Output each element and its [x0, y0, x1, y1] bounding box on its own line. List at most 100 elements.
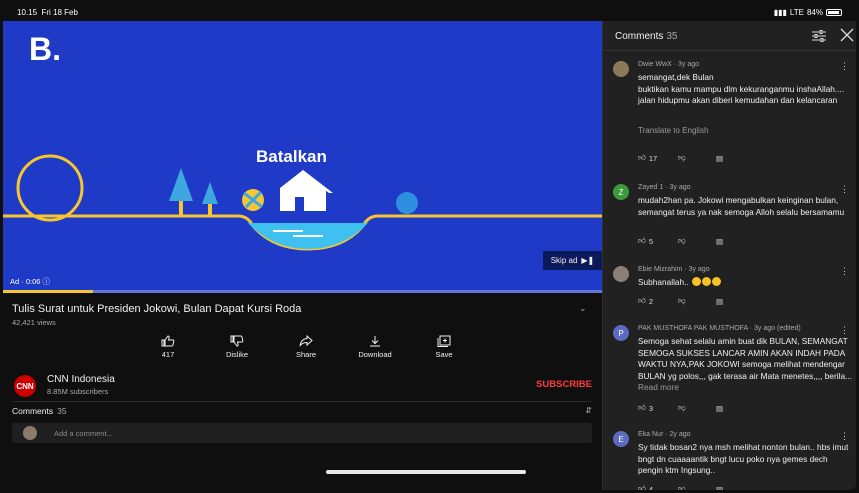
video-title[interactable]: Tulis Surat untuk Presiden Jokowi, Bulan… — [12, 303, 301, 315]
comment-text: mudah2han pa. Jokowi mengabulkan keingin… — [638, 195, 845, 217]
more-options-icon[interactable]: ⋮ — [840, 325, 849, 336]
ad-overlay-text: Batalkan — [256, 147, 327, 166]
thumbs-down-icon — [230, 335, 244, 347]
comment-text: Semoga sehat selalu amin buat dik BULAN,… — [638, 336, 852, 392]
video-player[interactable]: B. Batalkan Skip ad ▶❚ Ad · 0:06 ⓘ — [3, 21, 602, 293]
comment-actions: 👍︎ 17 👎︎ ▤ — [638, 153, 723, 163]
avatar[interactable]: E — [613, 431, 629, 447]
comment-author[interactable]: Zayed 1 · 3y ago — [638, 184, 691, 191]
more-options-icon[interactable]: ⋮ — [840, 266, 849, 277]
ad-progress-bar[interactable] — [3, 290, 602, 293]
comments-panel-header: Comments 35 — [603, 21, 856, 51]
share-button[interactable]: Share — [276, 335, 336, 359]
more-options-icon[interactable]: ⋮ — [840, 431, 849, 442]
add-comment-field[interactable]: Add a comment... — [12, 423, 592, 443]
comment-author[interactable]: Eka Nur · 2y ago — [638, 431, 691, 438]
action-bar: 417 Dislike Share Download Save — [3, 335, 602, 375]
filter-icon[interactable] — [811, 30, 827, 42]
comment-author[interactable]: Ebie Mizrahim · 3y ago — [638, 266, 710, 273]
more-options-icon[interactable]: ⋮ — [840, 61, 849, 72]
comment-actions: 👍︎ 2 👎︎ ▤ — [638, 296, 723, 306]
channel-avatar[interactable]: CNN — [14, 375, 36, 397]
download-icon — [370, 336, 380, 347]
panel-title: Comments 35 — [615, 31, 678, 42]
divider — [12, 401, 592, 402]
save-button[interactable]: Save — [414, 335, 474, 359]
view-count: 42,421 views — [12, 318, 56, 327]
skip-icon: ▶❚ — [581, 256, 595, 265]
comment-dislike-button[interactable]: 👎︎ — [678, 296, 716, 306]
reply-icon[interactable]: ▤ — [716, 485, 723, 491]
comment-dislike-button[interactable]: 👎︎ — [678, 403, 716, 413]
comment-actions: 👍︎ 5 👎︎ ▤ — [638, 236, 723, 246]
more-options-icon[interactable]: ⋮ — [840, 184, 849, 195]
save-icon — [437, 335, 451, 347]
avatar[interactable]: P — [613, 325, 629, 341]
ad-label: Ad · 0:06 ⓘ — [10, 277, 51, 286]
comment-like-button[interactable]: 👍︎ 2 — [638, 296, 678, 306]
reply-icon[interactable]: ▤ — [716, 154, 723, 163]
skip-ad-button[interactable]: Skip ad ▶❚ — [543, 251, 602, 270]
comments-header[interactable]: Comments 35 ⇵ — [12, 406, 592, 416]
comment-text: semangat,dek Bulan buktikan kamu mampu d… — [638, 72, 845, 105]
reply-icon[interactable]: ▤ — [716, 404, 723, 413]
comment-author[interactable]: PAK MUSTHOFA PAK MUSTHOFA · 3y ago (edit… — [638, 325, 801, 332]
comment-actions: 👍︎ 4 👎︎ ▤ — [638, 484, 723, 490]
channel-name[interactable]: CNN Indonesia — [47, 374, 115, 385]
battery-icon — [826, 9, 842, 16]
avatar[interactable] — [613, 61, 629, 77]
thumbs-down-icon: 👎︎ — [678, 403, 686, 412]
comment-actions: 👍︎ 3 👎︎ ▤ — [638, 403, 723, 413]
comment-text: Sy tidak bosan2 nya msh melihat nonton b… — [638, 442, 849, 475]
thumbs-up-icon: 👍︎ — [638, 296, 646, 305]
comment-like-button[interactable]: 👍︎ 5 — [638, 236, 678, 246]
thumbs-up-icon: 👍︎ — [638, 236, 646, 245]
network-label: LTE — [789, 8, 804, 17]
comment-like-button[interactable]: 👍︎ 3 — [638, 403, 678, 413]
expand-comments-icon[interactable]: ⇵ — [585, 406, 592, 415]
avatar — [23, 426, 37, 440]
reply-icon[interactable]: ▤ — [716, 237, 723, 246]
download-button[interactable]: Download — [345, 335, 405, 359]
thumbs-down-icon: 👎︎ — [678, 296, 686, 305]
status-time: 10.15 Fri 18 Feb — [17, 8, 78, 17]
comment-dislike-button[interactable]: 👎︎ — [678, 236, 716, 246]
thumbs-down-icon: 👎︎ — [678, 484, 686, 490]
avatar[interactable]: Z — [613, 184, 629, 200]
watch-column: B. Batalkan Skip ad ▶❚ Ad · 0:06 ⓘ Tulis… — [3, 21, 602, 490]
thumbs-down-icon: 👎︎ — [678, 236, 686, 245]
like-button[interactable]: 417 — [138, 335, 198, 359]
comments-panel: Comments 35 Dwie WwX · 3y ago ⋮ semangat,… — [602, 21, 856, 490]
channel-row[interactable]: CNN CNN Indonesia 8.85M subscribers SUBS… — [3, 371, 602, 399]
battery-percent: 84% — [806, 8, 823, 17]
dislike-button[interactable]: Dislike — [207, 335, 267, 359]
comment-like-button[interactable]: 👍︎ 4 — [638, 484, 678, 490]
comment-like-button[interactable]: 👍︎ 17 — [638, 153, 678, 163]
close-icon[interactable] — [840, 28, 854, 42]
emoji-icon — [712, 277, 722, 286]
comment-author[interactable]: Dwie WwX · 3y ago — [638, 61, 699, 68]
subscribe-button[interactable]: SUBSCRIBE — [536, 379, 592, 390]
app-window: 10.15 Fri 18 Feb ▮▮▮ LTE 84% B. Batalkan… — [3, 3, 856, 490]
subscriber-count: 8.85M subscribers — [47, 387, 109, 396]
chevron-down-icon[interactable]: ⌄ — [579, 303, 587, 314]
brand-logo: B. — [29, 31, 61, 67]
thumbs-up-icon: 👍︎ — [638, 153, 646, 162]
thumbs-up-icon — [161, 335, 175, 347]
read-more-link[interactable]: Read more — [638, 382, 679, 392]
translate-link[interactable]: Translate to English — [638, 126, 708, 135]
add-comment-placeholder: Add a comment... — [54, 429, 113, 438]
thumbs-down-icon: 👎︎ — [678, 153, 686, 162]
emoji-icon — [702, 277, 712, 286]
signal-icon: ▮▮▮ — [773, 8, 787, 17]
emoji-icon — [692, 277, 702, 286]
status-bar: 10.15 Fri 18 Feb ▮▮▮ LTE 84% — [3, 3, 856, 21]
reply-icon[interactable]: ▤ — [716, 297, 723, 306]
comment-dislike-button[interactable]: 👎︎ — [678, 484, 716, 490]
share-icon — [299, 335, 313, 347]
home-indicator[interactable] — [326, 470, 526, 474]
avatar[interactable] — [613, 266, 629, 282]
comment-dislike-button[interactable]: 👎︎ — [678, 153, 716, 163]
thumbs-up-icon: 👍︎ — [638, 403, 646, 412]
status-indicators: ▮▮▮ LTE 84% — [774, 8, 842, 17]
